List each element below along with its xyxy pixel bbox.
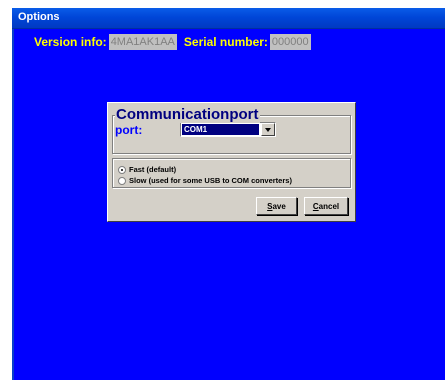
radio-fast[interactable]: Fast (default) [118,164,176,175]
radio-fast-label: Fast (default) [129,165,177,174]
chevron-down-icon[interactable] [261,123,275,136]
title-bar[interactable]: Options [12,8,445,29]
cancel-label-rest: ancel [318,201,340,211]
serial-number-label: Serial number: [183,35,268,49]
radio-unchecked-icon[interactable] [118,176,126,185]
version-info-value: 4MA1AK1AA [108,34,177,50]
radio-checked-icon[interactable] [118,165,126,174]
radio-slow[interactable]: Slow (used for some USB to COM converter… [118,175,292,186]
communicationport-dialog: Communicationport port: COM1 Fast (defau… [107,102,356,222]
version-info-label: Version info: [34,35,107,49]
port-label: port: [115,123,143,137]
radio-slow-label: Slow (used for some USB to COM converter… [129,176,292,185]
cancel-button[interactable]: Cancel [304,197,348,215]
save-button[interactable]: Save [256,197,297,215]
info-row: Version info: 4MA1AK1AA Serial number: 0… [34,33,318,51]
dialog-title: Communicationport [115,106,260,123]
options-window: Options Version info: 4MA1AK1AA Serial n… [0,0,445,380]
window-title: Options [18,11,60,23]
port-selected-value: COM1 [182,124,259,135]
port-select[interactable]: COM1 [180,122,276,137]
serial-number-value: 000000 [269,34,311,50]
save-label-rest: ave [272,201,286,211]
